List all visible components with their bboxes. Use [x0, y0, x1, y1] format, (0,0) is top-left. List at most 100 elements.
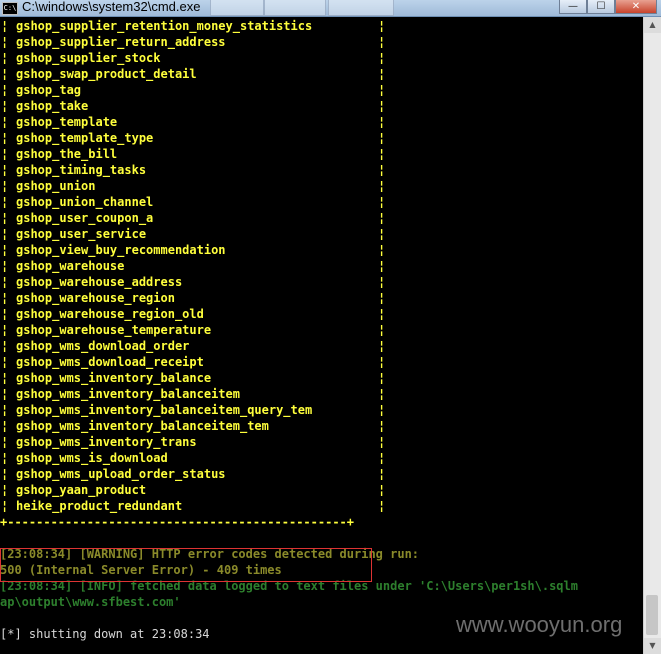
window-titlebar[interactable]: C:\ C:\windows\system32\cmd.exe — ☐ ✕ [0, 0, 661, 17]
watermark: www.wooyun.org [456, 612, 623, 637]
table-name: heike_product_redundant [16, 499, 183, 513]
table-border-left: ¦ [1, 291, 9, 305]
table-name: gshop_user_coupon_a [16, 211, 154, 225]
maximize-button[interactable]: ☐ [587, 0, 615, 14]
table-border-right: ¦ [378, 339, 386, 353]
table-border-right: ¦ [378, 131, 386, 145]
table-border-left: ¦ [1, 163, 9, 177]
table-border-left: ¦ [1, 275, 9, 289]
table-row: ¦ gshop_user_service ¦ [0, 226, 400, 242]
table-border-right: ¦ [378, 403, 386, 417]
table-row: ¦ gshop_warehouse_region_old ¦ [0, 306, 400, 322]
table-border-left: ¦ [1, 131, 9, 145]
table-border-right: ¦ [378, 211, 386, 225]
table-border-left: ¦ [1, 115, 9, 129]
table-row: ¦ gshop_union ¦ [0, 178, 400, 194]
table-row: ¦ gshop_wms_upload_order_status ¦ [0, 466, 400, 482]
table-row: ¦ gshop_yaan_product ¦ [0, 482, 400, 498]
table-border-left: ¦ [1, 499, 9, 513]
table-row: ¦ gshop_wms_inventory_balance ¦ [0, 370, 400, 386]
table-row: ¦ gshop_swap_product_detail ¦ [0, 66, 400, 82]
minimize-button[interactable]: — [559, 0, 587, 14]
table-row: ¦ gshop_warehouse_region ¦ [0, 290, 400, 306]
table-name: gshop_wms_inventory_balanceitem_tem [16, 419, 269, 433]
table-border-left: ¦ [1, 259, 9, 273]
table-name: gshop_wms_inventory_balanceitem [16, 387, 240, 401]
table-border-left: ¦ [1, 355, 9, 369]
table-name: gshop_view_buy_recommendation [16, 243, 226, 257]
table-row: ¦ gshop_tag ¦ [0, 82, 400, 98]
table-border-right: ¦ [378, 35, 386, 49]
table-border-right: ¦ [378, 291, 386, 305]
table-name: gshop_template [16, 115, 118, 129]
table-border-right: ¦ [378, 323, 386, 337]
table-name: gshop_union [16, 179, 96, 193]
table-name: gshop_timing_tasks [16, 163, 147, 177]
table-name: gshop_supplier_return_address [16, 35, 226, 49]
table-name: gshop_warehouse_temperature [16, 323, 212, 337]
table-border-right: ¦ [378, 51, 386, 65]
table-border-left: ¦ [1, 35, 9, 49]
table-border-left: ¦ [1, 67, 9, 81]
table-row: ¦ gshop_template_type ¦ [0, 130, 400, 146]
table-name: gshop_wms_inventory_balance [16, 371, 212, 385]
table-border-right: ¦ [378, 451, 386, 465]
table-row: ¦ gshop_view_buy_recommendation ¦ [0, 242, 400, 258]
table-border-right: ¦ [378, 435, 386, 449]
table-border-left: ¦ [1, 323, 9, 337]
table-border-right: ¦ [378, 371, 386, 385]
table-border-right: ¦ [378, 99, 386, 113]
table-name: gshop_supplier_retention_money_statistic… [16, 19, 313, 33]
table-border-left: ¦ [1, 307, 9, 321]
table-row: ¦ gshop_take ¦ [0, 98, 400, 114]
table-border-left: ¦ [1, 179, 9, 193]
table-name: gshop_template_type [16, 131, 154, 145]
table-name: gshop_warehouse [16, 259, 125, 273]
table-border-left: ¦ [1, 227, 9, 241]
table-border-left: ¦ [1, 83, 9, 97]
table-border-right: ¦ [378, 387, 386, 401]
table-row: ¦ gshop_wms_inventory_balanceitem ¦ [0, 386, 400, 402]
table-name: gshop_wms_inventory_balanceitem_query_te… [16, 403, 313, 417]
table-name: gshop_take [16, 99, 89, 113]
table-border-right: ¦ [378, 115, 386, 129]
scroll-down-icon[interactable]: ▼ [644, 638, 661, 654]
vertical-scrollbar[interactable]: ▲ ▼ [643, 17, 661, 654]
window-title: C:\windows\system32\cmd.exe [22, 0, 201, 14]
shutdown-line: [*] shutting down at 23:08:34 [0, 627, 210, 641]
table-row: ¦ gshop_warehouse_temperature ¦ [0, 322, 400, 338]
table-border-right: ¦ [378, 83, 386, 97]
window-controls: — ☐ ✕ [559, 0, 657, 14]
scroll-thumb[interactable] [646, 595, 658, 635]
table-border-left: ¦ [1, 419, 9, 433]
table-border-right: ¦ [378, 467, 386, 481]
table-name: gshop_tag [16, 83, 82, 97]
table-border-right: ¦ [378, 483, 386, 497]
table-row: ¦ gshop_wms_download_order ¦ [0, 338, 400, 354]
table-border-left: ¦ [1, 211, 9, 225]
table-row: ¦ gshop_wms_inventory_balanceitem_tem ¦ [0, 418, 400, 434]
table-border-right: ¦ [378, 195, 386, 209]
table-row: ¦ gshop_union_channel ¦ [0, 194, 400, 210]
table-name: gshop_supplier_stock [16, 51, 161, 65]
table-name: gshop_user_service [16, 227, 147, 241]
table-name: gshop_union_channel [16, 195, 154, 209]
table-name: gshop_warehouse_region [16, 291, 175, 305]
table-row: ¦ gshop_wms_download_receipt ¦ [0, 354, 400, 370]
table-row: ¦ gshop_supplier_return_address ¦ [0, 34, 400, 50]
table-border-right: ¦ [378, 499, 386, 513]
scroll-up-icon[interactable]: ▲ [644, 17, 661, 33]
close-button[interactable]: ✕ [615, 0, 657, 14]
table-border-right: ¦ [378, 355, 386, 369]
table-row: ¦ gshop_template ¦ [0, 114, 400, 130]
table-border-left: ¦ [1, 339, 9, 353]
table-row: ¦ gshop_user_coupon_a ¦ [0, 210, 400, 226]
table-name: gshop_warehouse_region_old [16, 307, 204, 321]
table-border-right: ¦ [378, 307, 386, 321]
table-border-left: ¦ [1, 51, 9, 65]
table-name: gshop_swap_product_detail [16, 67, 197, 81]
table-border-left: ¦ [1, 147, 9, 161]
table-name: gshop_wms_is_download [16, 451, 168, 465]
cmd-app-icon: C:\ [2, 2, 18, 15]
table-border-left: ¦ [1, 371, 9, 385]
